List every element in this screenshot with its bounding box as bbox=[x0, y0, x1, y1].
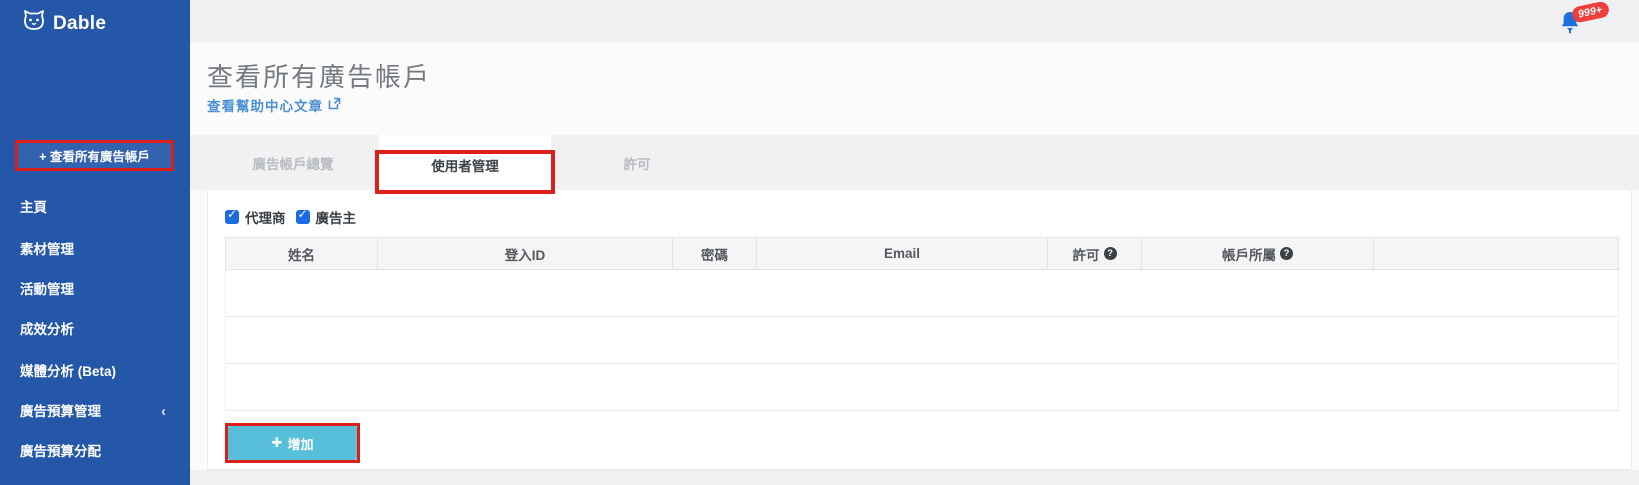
column-header-actions bbox=[1373, 237, 1619, 270]
column-header-login-id: 登入ID bbox=[377, 237, 673, 270]
sidebar-item-budget-management[interactable]: 廣告預算管理 ‹ bbox=[20, 401, 180, 423]
sidebar-item-label: 活動管理 bbox=[20, 282, 74, 297]
sidebar-item-media-analysis-beta[interactable]: 媒體分析 (Beta) bbox=[20, 361, 180, 383]
filter-row: 代理商 廣告主 bbox=[225, 207, 1631, 227]
main-area: 999+ 查看所有廣告帳戶 查看幫助中心文章 廣告帳戶總覽 使用者管理 許可 ✓… bbox=[190, 0, 1639, 485]
annotation-box-view-all-accounts: + 查看所有廣告帳戶 bbox=[15, 140, 174, 171]
help-link-text: 查看幫助中心文章 bbox=[207, 99, 323, 114]
table-cell bbox=[225, 269, 378, 317]
sidebar-item-view-all-ad-accounts[interactable]: + 查看所有廣告帳戶 bbox=[18, 143, 171, 168]
filter-advertiser-label: 廣告主 bbox=[315, 211, 357, 226]
dable-owl-icon bbox=[22, 10, 46, 37]
notifications-button[interactable]: 999+ bbox=[1549, 0, 1611, 37]
table-cell bbox=[756, 363, 1048, 411]
table-cell bbox=[225, 363, 378, 411]
sidebar-item-budget-allocation[interactable]: 廣告預算分配 bbox=[20, 441, 180, 463]
annotation-box-add-button: ✚ 增加 bbox=[225, 423, 360, 463]
column-header-password: 密碼 bbox=[672, 237, 757, 270]
sidebar-item-label: 主頁 bbox=[20, 200, 47, 215]
table-cell bbox=[1047, 363, 1142, 411]
table-cell bbox=[1373, 269, 1619, 317]
table-cell bbox=[672, 363, 757, 411]
table-row bbox=[225, 363, 1619, 411]
column-header-email: Email bbox=[756, 237, 1048, 270]
plus-icon: ✚ bbox=[271, 435, 283, 450]
table-cell bbox=[1047, 269, 1142, 317]
table-cell bbox=[377, 269, 673, 317]
column-label: 姓名 bbox=[288, 247, 315, 263]
brand-name: Dable bbox=[53, 12, 107, 34]
tab-label: 廣告帳戶總覽 bbox=[252, 156, 334, 172]
checkbox-checked-icon[interactable] bbox=[225, 207, 239, 224]
table-row bbox=[225, 316, 1619, 364]
tab-label: 許可 bbox=[623, 156, 651, 172]
page-title: 查看所有廣告帳戶 bbox=[207, 62, 432, 92]
sidebar-item-label: 廣告預算分配 bbox=[20, 444, 101, 459]
column-label: 帳戶所屬 bbox=[1222, 247, 1276, 263]
sidebar-item-label: 媒體分析 (Beta) bbox=[20, 364, 117, 379]
add-user-button[interactable]: ✚ 增加 bbox=[228, 426, 357, 460]
filter-agency-label: 代理商 bbox=[245, 211, 286, 226]
sidebar-item-material-management[interactable]: 素材管理 bbox=[20, 239, 180, 261]
help-question-icon[interactable]: ? bbox=[1280, 247, 1293, 260]
tab-permission[interactable]: 許可 bbox=[551, 135, 723, 190]
column-header-name: 姓名 bbox=[225, 237, 378, 270]
table-cell bbox=[1141, 269, 1374, 317]
sidebar-item-performance-analysis[interactable]: 成效分析 bbox=[20, 319, 180, 341]
checkbox-checked-icon[interactable] bbox=[295, 207, 310, 224]
table-cell bbox=[1047, 316, 1142, 364]
content-panel: 代理商 廣告主 姓名 登入ID bbox=[207, 190, 1632, 470]
table-cell bbox=[672, 316, 757, 364]
brand-logo[interactable]: Dable bbox=[22, 10, 106, 37]
sidebar-item-campaign-management[interactable]: 活動管理 bbox=[20, 279, 180, 301]
sidebar-item-home[interactable]: 主頁 bbox=[20, 197, 180, 219]
page-background bbox=[190, 470, 1639, 485]
table-cell bbox=[1141, 316, 1374, 364]
column-header-permission: 許可 ? bbox=[1047, 237, 1142, 270]
table-cell bbox=[756, 316, 1048, 364]
table-cell bbox=[1373, 316, 1619, 364]
table-row bbox=[225, 269, 1619, 317]
column-label: 許可 bbox=[1072, 247, 1100, 263]
sidebar: Dable + 查看所有廣告帳戶 主頁 素材管理 活動管理 成效分析 媒體分析 … bbox=[0, 0, 190, 485]
sidebar-item-label: 成效分析 bbox=[20, 322, 74, 337]
title-section: 查看所有廣告帳戶 查看幫助中心文章 bbox=[190, 43, 1639, 135]
table-cell bbox=[377, 363, 673, 411]
help-question-icon[interactable]: ? bbox=[1103, 247, 1117, 260]
column-label: 登入ID bbox=[504, 247, 546, 263]
table-cell bbox=[1141, 363, 1374, 411]
column-header-account-belonging: 帳戶所屬 ? bbox=[1141, 237, 1374, 270]
help-center-link[interactable]: 查看幫助中心文章 bbox=[207, 95, 341, 115]
tab-ad-account-overview[interactable]: 廣告帳戶總覽 bbox=[207, 135, 379, 190]
top-header-bar: 999+ bbox=[190, 0, 1639, 43]
table-cell bbox=[377, 316, 673, 364]
sidebar-item-label: 廣告預算管理 bbox=[20, 404, 101, 419]
notification-count-badge: 999+ bbox=[1570, 0, 1611, 24]
table-header-row: 姓名 登入ID 密碼 Email 許可 ? 帳戶所屬 ? bbox=[225, 237, 1619, 270]
sidebar-item-label: 素材管理 bbox=[20, 242, 74, 257]
table-cell bbox=[672, 269, 757, 317]
external-link-icon bbox=[328, 97, 341, 113]
filter-agency[interactable]: 代理商 bbox=[225, 207, 286, 227]
column-label: Email bbox=[883, 246, 921, 261]
table-cell bbox=[756, 269, 1048, 317]
user-table: 姓名 登入ID 密碼 Email 許可 ? 帳戶所屬 ? bbox=[225, 237, 1619, 411]
filter-advertiser[interactable]: 廣告主 bbox=[295, 207, 357, 227]
add-button-label: 增加 bbox=[287, 436, 314, 452]
tab-label: 使用者管理 bbox=[431, 158, 499, 174]
tab-user-management[interactable]: 使用者管理 bbox=[379, 135, 551, 194]
chevron-left-icon: ‹ bbox=[161, 403, 166, 420]
column-label: 密碼 bbox=[701, 247, 728, 263]
table-cell bbox=[225, 316, 378, 364]
table-cell bbox=[1373, 363, 1619, 411]
tab-bar: 廣告帳戶總覽 使用者管理 許可 bbox=[190, 135, 1639, 194]
